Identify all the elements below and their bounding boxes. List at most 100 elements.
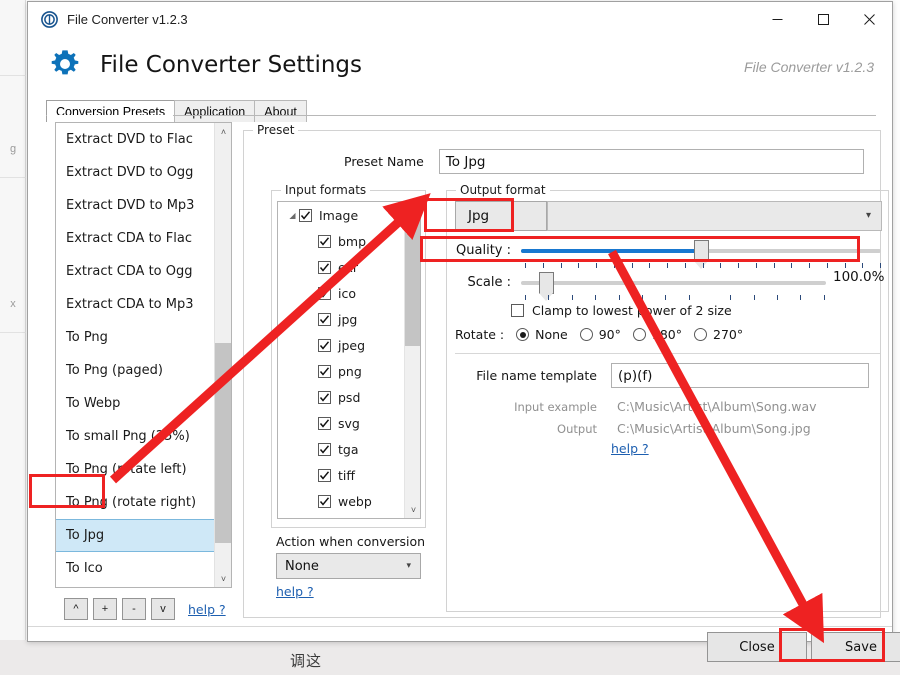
move-down-button[interactable]: v bbox=[151, 598, 175, 620]
scroll-down-icon[interactable]: ˅ bbox=[215, 570, 231, 587]
tree-row[interactable]: exr bbox=[278, 254, 420, 280]
clamp-row[interactable]: Clamp to lowest power of 2 size bbox=[511, 303, 732, 318]
tree-row[interactable]: ico bbox=[278, 280, 420, 306]
output-format-help-link[interactable]: help ? bbox=[611, 441, 649, 456]
list-item-selected[interactable]: To Jpg bbox=[56, 519, 231, 552]
preset-list-scrollbar[interactable]: ˄ ˅ bbox=[214, 123, 231, 587]
preset-list[interactable]: Extract DVD to Flac Extract DVD to Ogg E… bbox=[55, 122, 232, 588]
preset-list-help-link[interactable]: help ? bbox=[188, 602, 226, 617]
scale-slider-thumb[interactable] bbox=[539, 271, 555, 301]
filename-template-input[interactable]: (p)(f) bbox=[611, 363, 869, 388]
list-item[interactable]: Extract DVD to Flac bbox=[56, 123, 231, 156]
list-item[interactable]: To Ico bbox=[56, 552, 231, 585]
output-format-select[interactable]: ▾ bbox=[547, 201, 882, 231]
expander-icon[interactable]: ◢ bbox=[286, 211, 299, 220]
list-item[interactable]: To Png (paged) bbox=[56, 354, 231, 387]
maximize-icon[interactable] bbox=[800, 2, 846, 37]
tree-row[interactable]: jpeg bbox=[278, 332, 420, 358]
remove-preset-button[interactable]: - bbox=[122, 598, 146, 620]
checkbox-checked[interactable] bbox=[299, 208, 312, 222]
list-item[interactable]: To Webp bbox=[56, 387, 231, 420]
checkbox-checked[interactable] bbox=[318, 338, 331, 352]
list-item[interactable]: Extract CDA to Flac bbox=[56, 222, 231, 255]
preset-name-label: Preset Name bbox=[344, 154, 424, 169]
tree-row[interactable]: tga bbox=[278, 436, 420, 462]
tree-label: exr bbox=[338, 259, 359, 275]
clamp-label: Clamp to lowest power of 2 size bbox=[532, 303, 732, 318]
quality-slider-thumb[interactable] bbox=[694, 239, 709, 269]
scrollbar-thumb[interactable] bbox=[215, 343, 231, 543]
tree-row[interactable]: jpg bbox=[278, 306, 420, 332]
tree-row[interactable]: tiff bbox=[278, 462, 420, 488]
list-item[interactable]: Extract CDA to Mp3 bbox=[56, 288, 231, 321]
output-format-title: Output format bbox=[456, 183, 550, 197]
tree-row[interactable]: psd bbox=[278, 384, 420, 410]
quality-label: Quality : bbox=[456, 243, 511, 258]
checkbox-checked[interactable] bbox=[318, 468, 331, 482]
move-up-button[interactable]: ^ bbox=[64, 598, 88, 620]
radio-180[interactable] bbox=[632, 328, 646, 341]
input-formats-help-link[interactable]: help ? bbox=[276, 584, 314, 599]
radio-none-selected[interactable] bbox=[516, 328, 530, 341]
radio-270[interactable] bbox=[694, 328, 707, 341]
minimize-icon[interactable] bbox=[754, 2, 800, 37]
save-button[interactable]: Save bbox=[811, 632, 900, 662]
scale-value-label: 100.0% bbox=[833, 269, 885, 285]
checkbox-unchecked[interactable] bbox=[511, 304, 524, 317]
list-item[interactable]: To Pdf bbox=[56, 585, 231, 587]
checkbox-checked[interactable] bbox=[318, 494, 331, 508]
scroll-up-icon[interactable]: ˄ bbox=[215, 123, 231, 140]
list-item[interactable]: Extract DVD to Mp3 bbox=[56, 189, 231, 222]
tab-about[interactable]: About bbox=[254, 100, 307, 122]
tab-conversion-presets[interactable]: Conversion Presets bbox=[46, 100, 176, 122]
list-item[interactable]: To Png bbox=[56, 321, 231, 354]
add-preset-button[interactable]: + bbox=[93, 598, 117, 620]
checkbox-checked[interactable] bbox=[318, 234, 331, 248]
gear-icon bbox=[48, 47, 84, 83]
tree-row[interactable]: ◢ Image bbox=[278, 202, 420, 228]
preset-label: To Jpg bbox=[66, 528, 105, 543]
tree-row[interactable]: svg bbox=[278, 410, 420, 436]
list-item[interactable]: Extract DVD to Ogg bbox=[56, 156, 231, 189]
checkbox-checked[interactable] bbox=[318, 312, 331, 326]
radio-90[interactable] bbox=[579, 328, 593, 341]
list-item[interactable]: To Png (rotate left) bbox=[56, 453, 231, 486]
checkbox-checked[interactable] bbox=[318, 416, 331, 430]
tree-row[interactable]: bmp bbox=[278, 228, 420, 254]
tree-scrollbar[interactable]: ˄ ˅ bbox=[404, 202, 420, 518]
tab-label: Application bbox=[184, 104, 246, 119]
tree-row[interactable]: ◢ Document bbox=[278, 514, 420, 518]
input-formats-title: Input formats bbox=[281, 183, 371, 197]
tree-scroll-up-icon[interactable]: ˄ bbox=[405, 202, 420, 219]
quality-slider-track[interactable] bbox=[521, 239, 881, 269]
checkbox-checked[interactable] bbox=[318, 390, 331, 404]
tree-scroll-down-icon[interactable]: ˅ bbox=[405, 501, 420, 518]
background-cell bbox=[0, 18, 26, 76]
checkbox-checked[interactable] bbox=[318, 260, 331, 274]
tab-application[interactable]: Application bbox=[174, 100, 256, 122]
tree-row[interactable]: webp bbox=[278, 488, 420, 514]
rotate-option-label: 270° bbox=[713, 327, 744, 342]
app-logo-icon bbox=[40, 10, 58, 28]
checkbox-checked[interactable] bbox=[318, 364, 331, 378]
preset-label: To Png bbox=[66, 330, 108, 345]
tree-row[interactable]: png bbox=[278, 358, 420, 384]
action-when-conversion-select[interactable]: None ▾ bbox=[276, 553, 421, 579]
quality-slider-ticks bbox=[525, 263, 881, 268]
input-formats-tree[interactable]: ◢ Image bmp exr ico jpg jpeg png psd svg… bbox=[277, 201, 421, 519]
close-icon[interactable] bbox=[846, 2, 892, 37]
tree-label: ico bbox=[338, 285, 356, 301]
preset-list-toolbar: ^ + - v help ? bbox=[64, 598, 226, 620]
preset-label: To Png (rotate left) bbox=[66, 462, 187, 477]
output-format-button[interactable]: Jpg bbox=[455, 201, 547, 231]
list-item[interactable]: Extract CDA to Ogg bbox=[56, 255, 231, 288]
list-item[interactable]: To Png (rotate right) bbox=[56, 486, 231, 519]
checkbox-checked[interactable] bbox=[318, 286, 331, 300]
tree-scrollbar-thumb[interactable] bbox=[405, 218, 420, 346]
scale-slider-track[interactable] bbox=[521, 271, 826, 301]
preset-name-input[interactable]: To Jpg bbox=[438, 149, 864, 174]
checkbox-checked[interactable] bbox=[318, 442, 331, 456]
action-value: None bbox=[285, 558, 319, 574]
close-button[interactable]: Close bbox=[707, 632, 807, 662]
list-item[interactable]: To small Png (25%) bbox=[56, 420, 231, 453]
